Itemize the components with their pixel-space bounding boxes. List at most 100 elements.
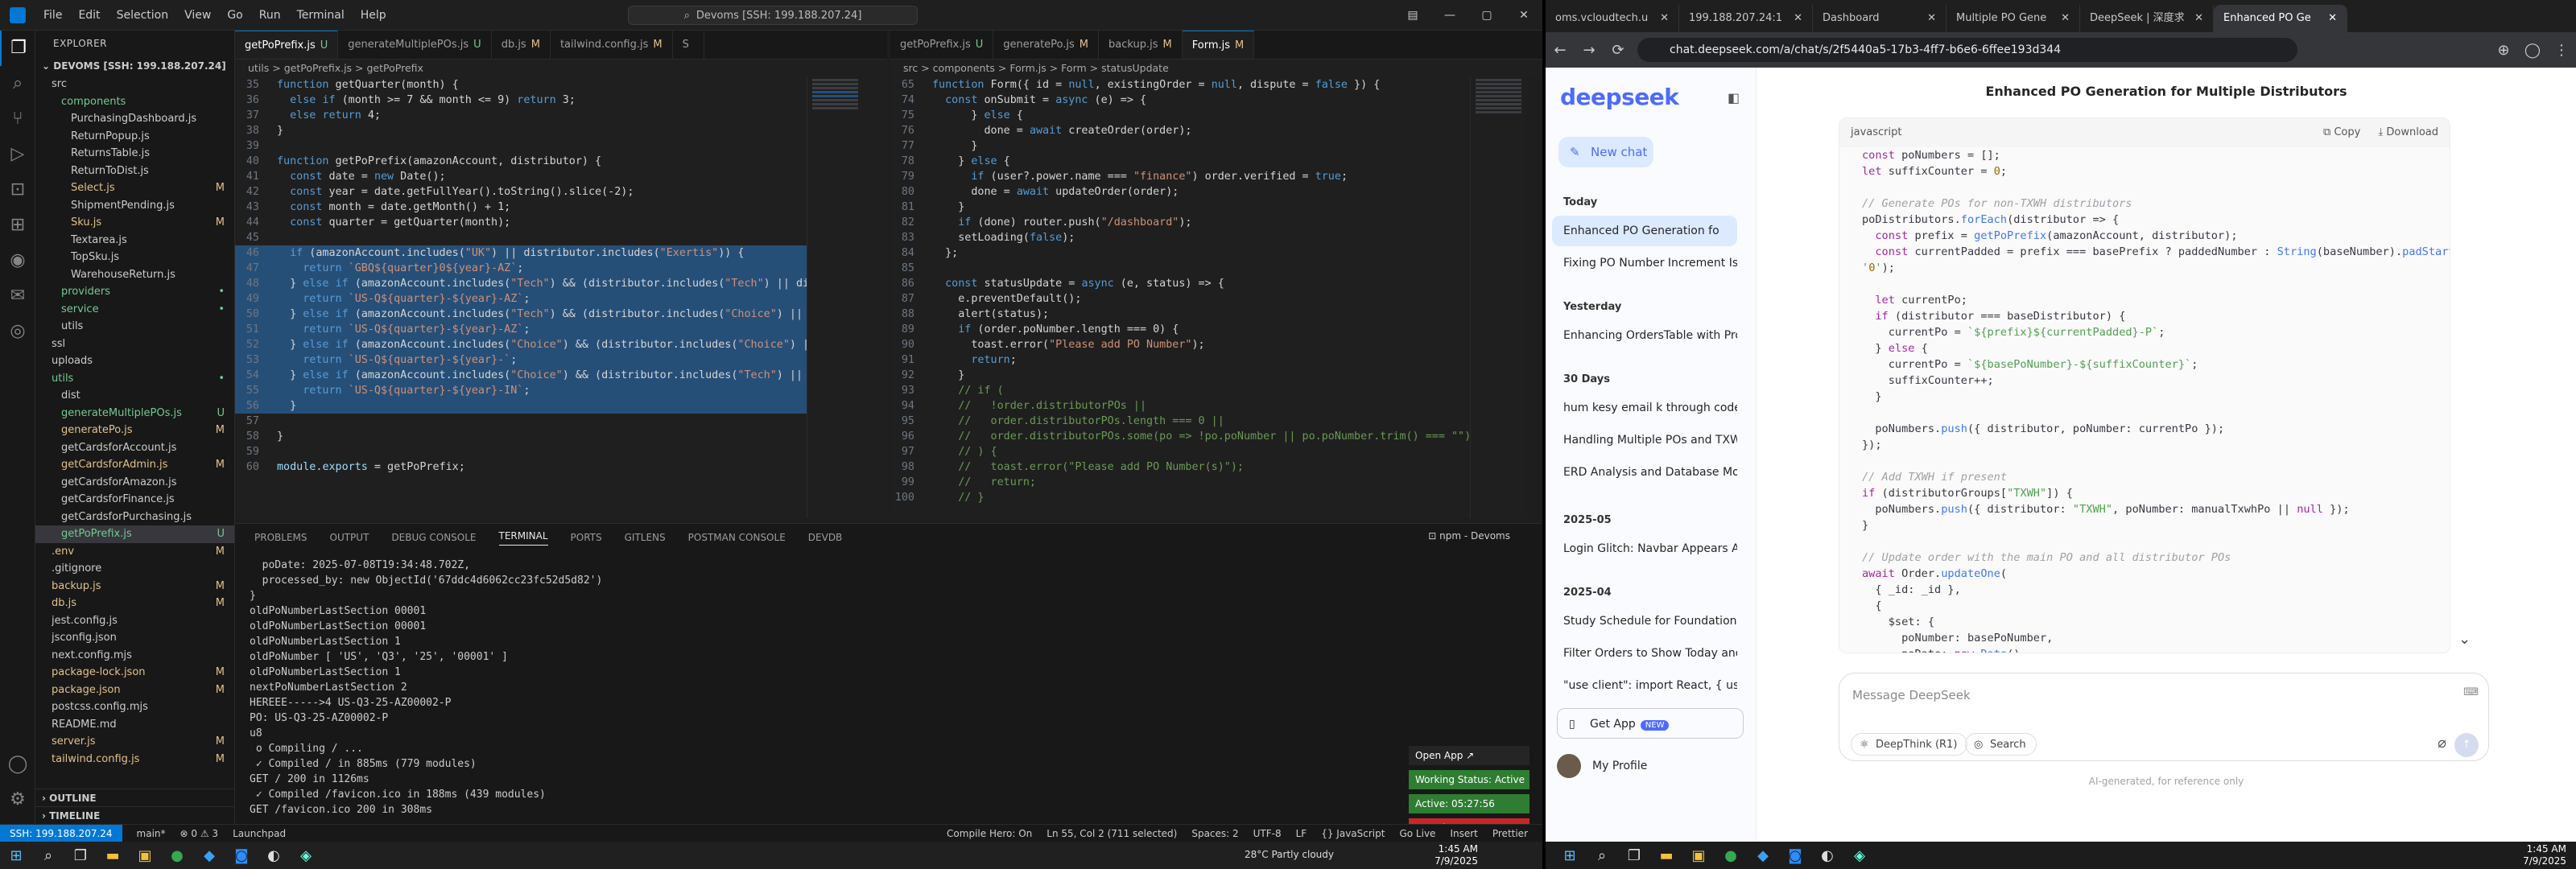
collapse-sidebar-icon[interactable]: ◧ — [1728, 90, 1740, 105]
menu-view[interactable]: View — [176, 9, 219, 22]
app-icon[interactable]: ◐ — [258, 842, 290, 869]
maximize-icon[interactable]: ▢ — [1468, 0, 1505, 31]
tree-item[interactable]: TopSku.js — [35, 249, 234, 266]
get-app-button[interactable]: ▯ Get App NEW — [1557, 708, 1744, 739]
tree-item[interactable]: uploads — [35, 352, 234, 370]
tree-item[interactable]: getCardsforAmazon.js — [35, 474, 234, 492]
zoom-icon[interactable]: ◙ — [225, 842, 258, 869]
remote-indicator[interactable]: SSH: 199.188.207.24 — [0, 824, 122, 842]
tree-item[interactable]: package-lock.json M — [35, 664, 234, 682]
left-minimap[interactable] — [807, 77, 863, 518]
gitlens-icon[interactable]: ◉ — [0, 243, 35, 278]
windows-start-icon[interactable]: ⊞ — [0, 842, 32, 869]
outline-section[interactable]: › OUTLINE — [35, 789, 234, 806]
zoom-icon[interactable]: ◙ — [1779, 842, 1811, 869]
message-input[interactable]: Message DeepSeek — [1852, 688, 1971, 702]
right-minimap[interactable] — [1470, 77, 1526, 518]
close-icon[interactable]: ✕ — [1794, 5, 1802, 32]
tree-item[interactable]: Sku.js M — [35, 214, 234, 232]
close-icon[interactable]: ✕ — [1927, 5, 1936, 32]
left-scrollbar[interactable] — [863, 77, 887, 518]
encoding[interactable]: UTF-8 — [1253, 828, 1282, 839]
menu-file[interactable]: File — [35, 9, 70, 22]
menu-run[interactable]: Run — [251, 9, 289, 22]
tree-item[interactable]: postcss.config.mjs — [35, 698, 234, 716]
tree-item[interactable]: server.js M — [35, 733, 234, 751]
search-icon[interactable]: ⌕ — [0, 66, 35, 101]
command-center[interactable]: ⌕ Devoms [SSH: 199.188.207.24] — [628, 6, 918, 25]
menu-selection[interactable]: Selection — [109, 9, 177, 22]
source-control-icon[interactable]: ⑂ — [0, 101, 35, 137]
language-mode[interactable]: {} JavaScript — [1321, 828, 1385, 839]
menu-help[interactable]: Help — [353, 9, 394, 22]
accounts-icon[interactable]: ◯ — [0, 747, 35, 782]
postman-icon[interactable]: ✉ — [0, 278, 35, 314]
vscode-icon[interactable]: ◆ — [1747, 842, 1779, 869]
tree-item[interactable]: service • — [35, 301, 234, 319]
browser-tab[interactable]: Dashboard ✕ — [1813, 5, 1946, 32]
tree-item[interactable]: jsconfig.json — [35, 629, 234, 647]
clock[interactable]: 1:45 AM 7/9/2025 — [1435, 843, 1478, 867]
breadcrumb[interactable]: utils > getPoPrefix.js > getPoPrefix — [235, 60, 887, 77]
scroll-down-icon[interactable]: ⌄ — [2458, 631, 2471, 648]
weather[interactable]: 28°C Partly cloudy — [1245, 849, 1334, 860]
copy-button[interactable]: ⧉ Copy — [2323, 126, 2360, 138]
browser-tab[interactable]: 199.188.207.24:1 ✕ — [1679, 5, 1813, 32]
store-icon[interactable]: ▣ — [1682, 842, 1715, 869]
layout-icon[interactable]: ▤ — [1394, 0, 1431, 31]
panel-tab-devdb[interactable]: DEVDB — [808, 532, 843, 543]
tree-item[interactable]: ReturnToDist.js — [35, 163, 234, 180]
new-chat-button[interactable]: ✎ New chat — [1558, 137, 1653, 167]
settings-gear-icon[interactable]: ⚙ — [0, 782, 35, 818]
task-view-icon[interactable]: ❐ — [1618, 842, 1650, 869]
tree-item[interactable]: getPoPrefix.js U — [35, 525, 234, 543]
tree-item[interactable]: PurchasingDashboard.js — [35, 110, 234, 128]
search-icon[interactable]: ⌕ — [1586, 842, 1618, 869]
tree-item[interactable]: tailwind.config.js M — [35, 751, 234, 768]
file-explorer-icon[interactable]: ▬ — [1650, 842, 1682, 869]
go-live[interactable]: Go Live — [1399, 828, 1435, 839]
browser-tab[interactable]: DeepSeek | 深度求 ✕ — [2080, 5, 2214, 32]
tree-item[interactable]: getCardsforAccount.js — [35, 439, 234, 457]
panel-tab-ports[interactable]: PORTS — [571, 532, 602, 543]
tree-item[interactable]: providers • — [35, 283, 234, 301]
chat-history-item[interactable]: hum kesy email k through code — [1552, 393, 1737, 423]
keyboard-icon[interactable]: ⌨ — [2463, 686, 2479, 698]
panel-tab-output[interactable]: OUTPUT — [330, 532, 369, 543]
tree-item[interactable]: ShipmentPending.js — [35, 197, 234, 215]
chat-history-item[interactable]: Fixing PO Number Increment Iss — [1552, 248, 1737, 278]
editor-tab[interactable]: tailwind.config.js M — [551, 31, 673, 59]
extensions-icon[interactable]: ⊕ — [2489, 42, 2518, 59]
panel-tab-problems[interactable]: PROBLEMS — [254, 532, 308, 543]
tree-item[interactable]: backup.js M — [35, 578, 234, 595]
browser-tab[interactable]: Enhanced PO Ge ✕ — [2214, 5, 2347, 32]
editor-tab[interactable]: db.js M — [492, 31, 551, 59]
chat-history-item[interactable]: Study Schedule for Foundation L — [1552, 606, 1737, 636]
extensions-icon[interactable]: ⊞ — [0, 208, 35, 243]
vscode-icon[interactable]: ◆ — [193, 842, 225, 869]
close-icon[interactable]: ✕ — [2328, 5, 2337, 32]
close-icon[interactable]: ✕ — [1660, 5, 1669, 32]
tree-item[interactable]: getCardsforAdmin.js M — [35, 456, 234, 474]
tree-item[interactable]: .gitignore — [35, 560, 234, 578]
run-debug-icon[interactable]: ▷ — [0, 137, 35, 172]
editor-tab[interactable]: getPoPrefix.js U — [235, 31, 339, 59]
back-icon[interactable]: ← — [1546, 42, 1575, 59]
editor-tab[interactable]: generateMultiplePOs.js U — [338, 31, 492, 59]
work-status-badge[interactable]: Open App ↗ — [1409, 746, 1530, 765]
explorer-icon[interactable]: ❐ — [0, 31, 35, 66]
app-icon[interactable]: ◈ — [290, 842, 322, 869]
tree-item[interactable]: generateMultiplePOs.js U — [35, 405, 234, 422]
chat-history-item[interactable]: Filter Orders to Show Today and — [1552, 638, 1737, 669]
eol[interactable]: LF — [1296, 828, 1307, 839]
timeline-section[interactable]: › TIMELINE — [35, 806, 234, 824]
code-content[interactable]: const poNumbers = []; let suffixCounter =… — [1839, 147, 2450, 653]
my-profile[interactable]: My Profile — [1557, 752, 1647, 780]
editor-tab[interactable]: generatePo.js M — [993, 31, 1099, 59]
chat-history-item[interactable]: Enhancing OrdersTable with Pro — [1552, 320, 1737, 351]
browser-tab[interactable]: Multiple PO Gene ✕ — [1946, 5, 2080, 32]
app-icon[interactable]: ◈ — [1843, 842, 1876, 869]
terminal-task-label[interactable]: ⊡ npm - Devoms — [1428, 530, 1510, 542]
close-icon[interactable]: ✕ — [1505, 0, 1542, 31]
database-icon[interactable]: ◎ — [0, 314, 35, 349]
